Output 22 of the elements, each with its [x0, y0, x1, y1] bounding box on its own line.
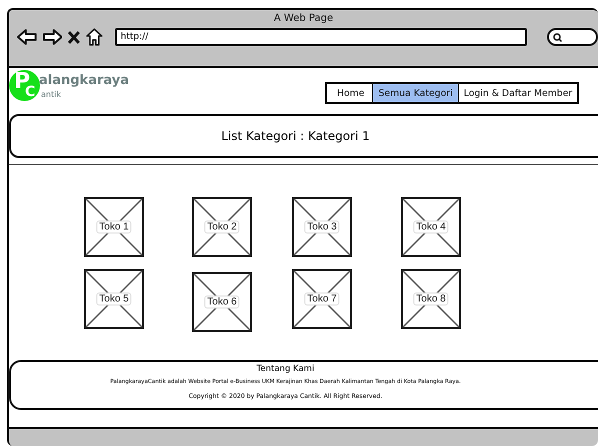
store-label: Toko 3	[304, 220, 340, 234]
store-label: Toko 4	[413, 220, 449, 234]
footer-title: Tentang Kami	[256, 364, 314, 374]
close-icon[interactable]	[68, 30, 80, 44]
logo-circle	[9, 70, 40, 101]
address-field[interactable]: http://	[114, 28, 527, 46]
window-title: A Web Page	[274, 13, 334, 24]
page-heading: List Kategori : Kategori 1	[220, 129, 370, 143]
back-icon[interactable]	[17, 29, 37, 45]
store-label: Toko 6	[204, 296, 240, 308]
store-label: Toko 7	[304, 292, 340, 306]
store-label: Toko 5	[96, 292, 132, 306]
forward-icon[interactable]	[42, 29, 62, 45]
home-icon[interactable]	[86, 28, 103, 46]
logo-text: alangkaraya	[39, 73, 130, 88]
menu-tab[interactable]: Semua Kategori	[372, 84, 458, 102]
store-label: Toko 8	[413, 292, 449, 306]
logo-subtext: antik	[41, 90, 61, 99]
search-icon	[552, 32, 562, 42]
store-label: Toko 2	[204, 220, 240, 234]
store-label: Toko 1	[96, 220, 132, 234]
search-field[interactable]	[546, 28, 598, 46]
